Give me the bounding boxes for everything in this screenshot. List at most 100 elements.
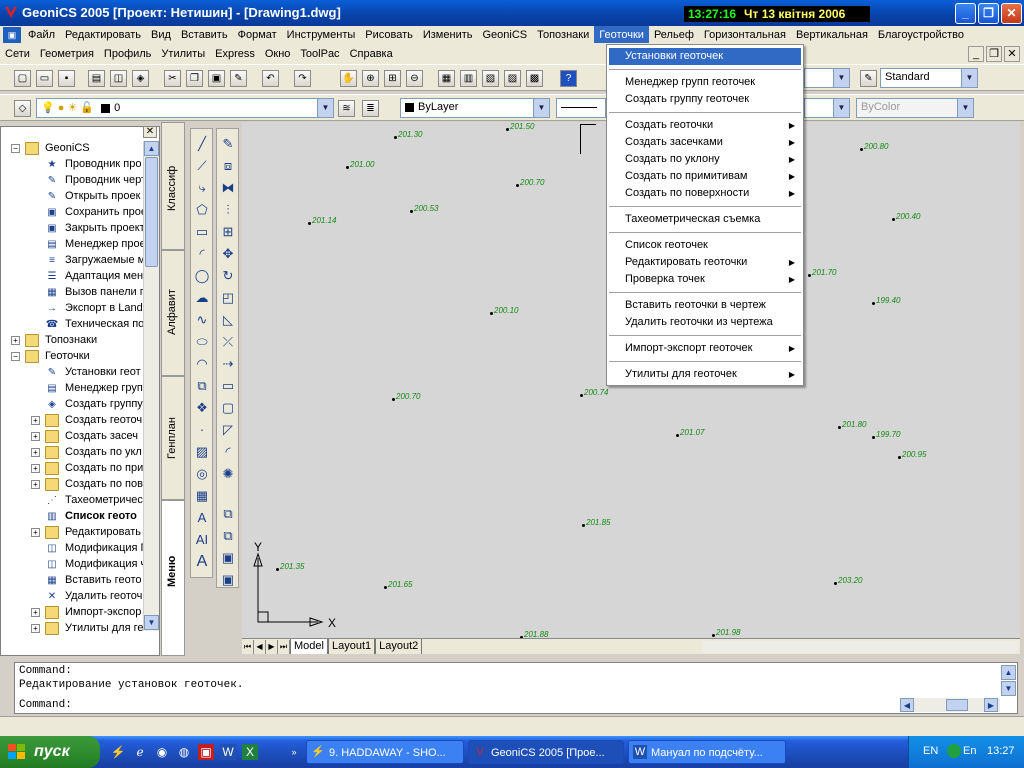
tree-item[interactable]: ▤ Менеджер груп	[1, 381, 144, 397]
design-center-icon[interactable]: ▥	[460, 70, 477, 87]
quicklaunch-lightning-icon[interactable]: ⚡	[110, 744, 126, 760]
tree-item[interactable]: ▤ Менеджер прое	[1, 237, 144, 253]
layer-manager-icon[interactable]: ◇	[14, 100, 31, 117]
circle-icon[interactable]: ◯	[193, 267, 211, 285]
menu-item-create-by-slope[interactable]: Создать по уклону ▶	[609, 151, 801, 168]
title-bar[interactable]: GeoniCS 2005 [Проект: Нетишин] - [Drawin…	[0, 0, 1024, 26]
menu-help[interactable]: Справка	[345, 45, 398, 62]
tree-item[interactable]: ≡ Загружаемые м	[1, 253, 144, 269]
menu-format[interactable]: Формат	[233, 26, 282, 43]
survey-point-label[interactable]: 201.98	[711, 628, 740, 637]
menu-modify[interactable]: Изменить	[418, 26, 478, 43]
collapse-icon[interactable]: −	[11, 352, 20, 361]
tree-item[interactable]: ⋰ Тахеометричес	[1, 493, 144, 509]
draworder-front-icon[interactable]: ⧉	[219, 505, 237, 523]
menu-item-create-by-surface[interactable]: Создать по поверхности ▶	[609, 185, 801, 202]
tray-clock[interactable]: 13:27	[987, 745, 1015, 757]
survey-point-label[interactable]: 200.95	[897, 450, 926, 459]
menu-geopoints[interactable]: Геоточки	[594, 26, 649, 43]
extend-icon[interactable]: ⇢	[219, 355, 237, 373]
tree-item[interactable]: ◈ Создать группу	[1, 397, 144, 413]
menu-item-check-points[interactable]: Проверка точек ▶	[609, 271, 801, 288]
tree-item[interactable]: + Утилиты для ге	[1, 621, 144, 637]
expand-icon[interactable]: +	[31, 528, 40, 537]
tree-item[interactable]: ▦ Вызов панели г	[1, 285, 144, 301]
keyboard-layout-icon[interactable]	[947, 744, 961, 758]
copy-icon[interactable]: ❐	[186, 70, 203, 87]
expand-icon[interactable]: +	[31, 448, 40, 457]
menu-item-create-by-primitives[interactable]: Создать по примитивам ▶	[609, 168, 801, 185]
minimize-button[interactable]: _	[955, 3, 976, 24]
task-geonics[interactable]: V GeoniCS 2005 [Прое...	[468, 740, 624, 764]
text-icon[interactable]: AI	[193, 531, 211, 549]
copy-object-icon[interactable]: ⧈	[219, 157, 237, 175]
tree-item[interactable]: ✎ Открыть проек	[1, 189, 144, 205]
menu-item-remove-geopoints[interactable]: Удалить геоточки из чертежа	[609, 314, 801, 331]
menu-item-geopoint-settings[interactable]: Установки геоточек	[609, 48, 801, 65]
array-icon[interactable]: ⊞	[219, 223, 237, 241]
expand-icon[interactable]: +	[31, 608, 40, 617]
menu-insert[interactable]: Вставить	[176, 26, 233, 43]
save-icon[interactable]: ▪	[58, 70, 75, 87]
tree-scroll-thumb[interactable]	[145, 157, 158, 267]
menu-view[interactable]: Вид	[146, 26, 176, 43]
first-tab-icon[interactable]: ⏮	[242, 640, 254, 654]
quicklaunch-pdf-icon[interactable]: ▣	[198, 744, 214, 760]
color-combo[interactable]: ByLayer ▼	[400, 98, 550, 118]
tree-item[interactable]: + Топознаки	[1, 333, 144, 349]
zoom-window-icon[interactable]: ⊞	[384, 70, 401, 87]
survey-point-label[interactable]: 203.20	[833, 576, 862, 585]
zoom-previous-icon[interactable]: ⊖	[406, 70, 423, 87]
stretch-icon[interactable]: ◺	[219, 311, 237, 329]
survey-point-label[interactable]: 200.70	[391, 392, 420, 401]
survey-point-label[interactable]: 201.70	[807, 268, 836, 277]
menu-edit[interactable]: Редактировать	[60, 26, 146, 43]
command-scrollbar[interactable]: ▲ ▼	[1001, 665, 1017, 697]
join-icon[interactable]: ▢	[219, 399, 237, 417]
document-icon[interactable]: ▣	[3, 27, 21, 43]
menu-utilities[interactable]: Утилиты	[156, 45, 210, 62]
cut-icon[interactable]: ✂	[164, 70, 181, 87]
publish-icon[interactable]: ◈	[132, 70, 149, 87]
tab-layout2[interactable]: Layout2	[375, 639, 423, 654]
menu-horizontal[interactable]: Горизонтальная	[699, 26, 791, 43]
expand-icon[interactable]: +	[11, 336, 20, 345]
sheet-set-icon[interactable]: ▨	[504, 70, 521, 87]
draworder-above-icon[interactable]: ▣	[219, 549, 237, 567]
last-tab-icon[interactable]: ⏭	[278, 640, 290, 654]
dimstyle-combo[interactable]: ▼	[804, 68, 850, 88]
survey-point-label[interactable]: 201.00	[345, 160, 374, 169]
region-icon[interactable]: ◎	[193, 465, 211, 483]
open-file-icon[interactable]: ▭	[36, 70, 53, 87]
layer-combo[interactable]: 💡 ● ☀ 🔓 0 ▼	[36, 98, 334, 118]
survey-point-label[interactable]: 200.53	[409, 204, 438, 213]
multiline-text-icon[interactable]: A	[193, 509, 211, 527]
scale-icon[interactable]: ◰	[219, 289, 237, 307]
tree-scrollbar[interactable]: ▲ ▼	[143, 141, 159, 631]
menu-relief[interactable]: Рельеф	[649, 26, 699, 43]
quicklaunch-ie-icon[interactable]: ℯ	[132, 744, 148, 760]
menu-landscaping[interactable]: Благоустройство	[873, 26, 969, 43]
quicklaunch-explorer-icon[interactable]: ◍	[176, 744, 192, 760]
rotate-icon[interactable]: ↻	[219, 267, 237, 285]
tree-item[interactable]: ▣ Сохранить прое	[1, 205, 144, 221]
expand-icon[interactable]: +	[31, 480, 40, 489]
print-preview-icon[interactable]: ◫	[110, 70, 127, 87]
tree-item[interactable]: ✕ Удалить геоточ	[1, 589, 144, 605]
new-file-icon[interactable]: ▢	[14, 70, 31, 87]
tree-item[interactable]: → Экспорт в Land	[1, 301, 144, 317]
markup-icon[interactable]: ▩	[526, 70, 543, 87]
polygon-icon[interactable]: ⬠	[193, 201, 211, 219]
tree-item[interactable]: ▣ Закрыть проект	[1, 221, 144, 237]
arc-icon[interactable]: ◜	[193, 245, 211, 263]
construction-line-icon[interactable]: ⟋	[193, 157, 211, 175]
menu-item-geopoint-list[interactable]: Список геоточек	[609, 237, 801, 254]
survey-point-label[interactable]: 201.80	[837, 420, 866, 429]
survey-point-label[interactable]: 201.14	[307, 216, 336, 225]
scroll-down-icon[interactable]: ▼	[144, 615, 159, 630]
offset-icon[interactable]: ⫶	[219, 201, 237, 219]
tree-item[interactable]: + Импорт-экспор	[1, 605, 144, 621]
menu-geonics[interactable]: GeoniCS	[477, 26, 532, 43]
erase-icon[interactable]: ✎	[219, 135, 237, 153]
next-tab-icon[interactable]: ▶	[266, 640, 278, 654]
